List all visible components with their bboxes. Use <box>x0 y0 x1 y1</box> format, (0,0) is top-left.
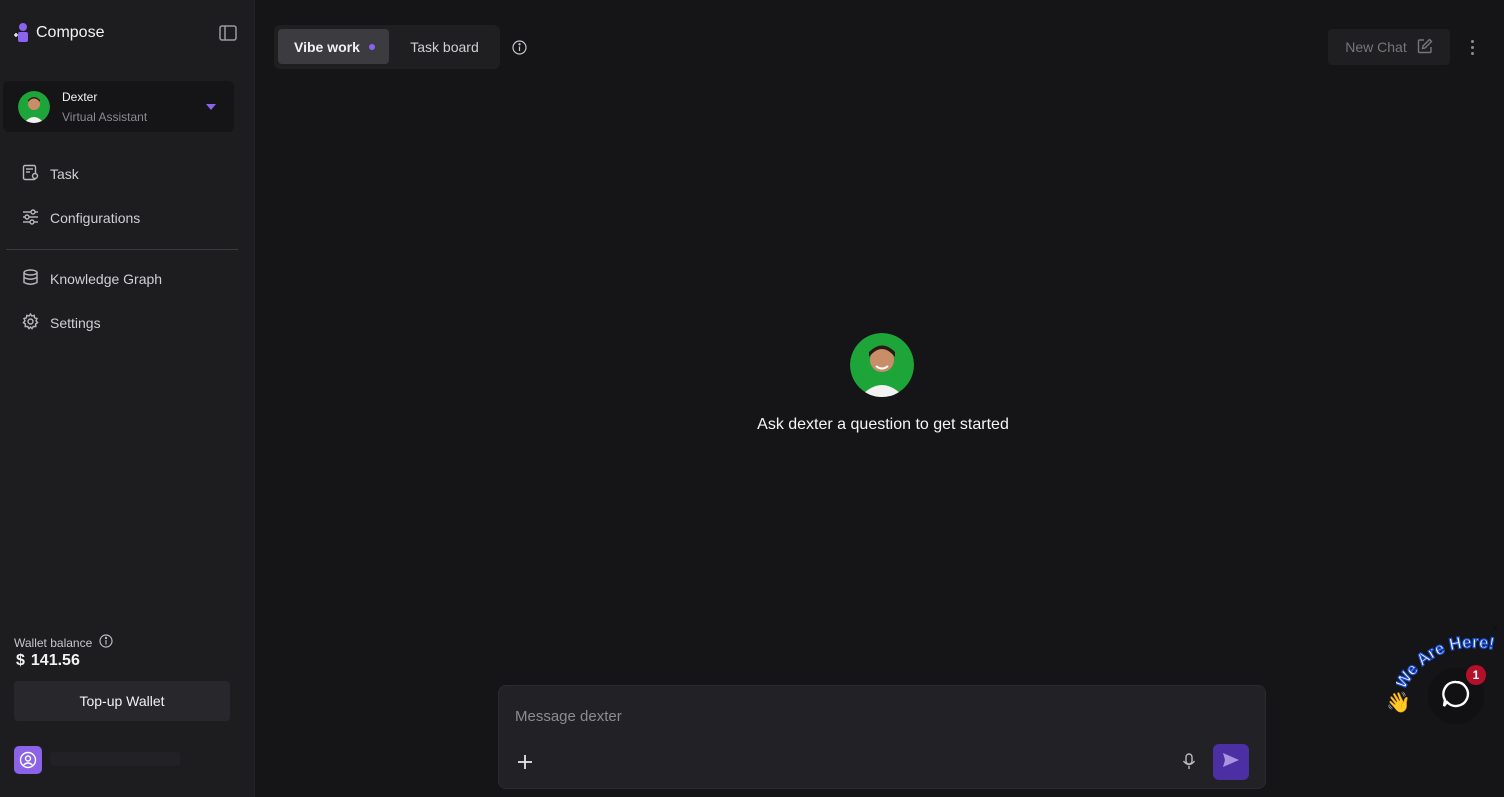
brand[interactable]: Compose <box>12 22 104 44</box>
compose-logo-icon <box>12 22 30 44</box>
caret-down-icon <box>206 104 216 110</box>
task-icon <box>22 164 39 184</box>
user-profile-icon[interactable] <box>14 746 42 774</box>
info-icon[interactable] <box>99 634 113 651</box>
send-button[interactable] <box>1213 744 1249 780</box>
tab-vibe-work[interactable]: Vibe work <box>278 29 389 64</box>
empty-state-prompt: Ask dexter a question to get started <box>757 416 1009 433</box>
more-options-icon[interactable] <box>1464 38 1480 56</box>
wallet-label-row: Wallet balance <box>14 634 113 651</box>
agent-role: Virtual Assistant <box>62 110 148 124</box>
nav-label: Configurations <box>50 210 141 226</box>
wallet-balance: $141.56 <box>16 652 80 670</box>
topup-wallet-button[interactable]: Top-up Wallet <box>14 681 230 721</box>
active-dot-icon <box>368 43 375 50</box>
nav-label: Knowledge Graph <box>50 271 163 287</box>
microphone-icon[interactable] <box>1182 753 1196 770</box>
nav-item-settings[interactable]: Settings <box>22 312 101 333</box>
nav-item-knowledge-graph[interactable]: Knowledge Graph <box>22 269 162 289</box>
agent-name: Dexter <box>62 90 98 104</box>
new-chat-label: New Chat <box>1345 39 1407 55</box>
plus-icon[interactable] <box>517 754 533 770</box>
balance-amount: 141.56 <box>30 652 80 669</box>
gear-icon <box>22 312 39 333</box>
notification-badge: 1 <box>1466 665 1486 685</box>
app-root: Compose Dexter Virtual Assistant Task Co… <box>0 0 1504 797</box>
user-name-placeholder <box>50 752 180 766</box>
tab-task-board[interactable]: Task board <box>393 29 496 64</box>
app-name: Compose <box>36 24 105 41</box>
mode-tabs: Vibe work Task board <box>274 25 500 69</box>
nav-divider <box>6 249 238 250</box>
nav-item-configurations[interactable]: Configurations <box>22 208 140 228</box>
wallet-label: Wallet balance <box>14 635 93 650</box>
nav-item-task[interactable]: Task <box>22 164 79 184</box>
message-input[interactable] <box>515 708 1215 725</box>
sidebar: Compose Dexter Virtual Assistant Task Co… <box>0 0 255 797</box>
nav-label: Settings <box>50 315 101 331</box>
agent-hero-avatar <box>850 333 914 397</box>
chat-bubble-icon <box>1441 679 1471 714</box>
tab-label: Task board <box>410 38 479 55</box>
info-icon[interactable] <box>512 40 527 55</box>
sidebar-toggle-icon[interactable] <box>219 25 237 41</box>
database-icon <box>22 269 39 289</box>
send-icon <box>1222 752 1240 773</box>
message-composer <box>498 685 1266 789</box>
agent-selector[interactable]: Dexter Virtual Assistant <box>3 81 234 132</box>
agent-avatar <box>18 91 50 123</box>
new-chat-button[interactable]: New Chat <box>1328 29 1450 65</box>
tab-label: Vibe work <box>294 38 360 55</box>
currency-symbol: $ <box>16 652 25 669</box>
edit-icon <box>1417 38 1433 57</box>
nav-label: Task <box>50 166 79 182</box>
waving-hand-icon: 👋 <box>1386 692 1411 714</box>
sliders-icon <box>22 208 39 228</box>
